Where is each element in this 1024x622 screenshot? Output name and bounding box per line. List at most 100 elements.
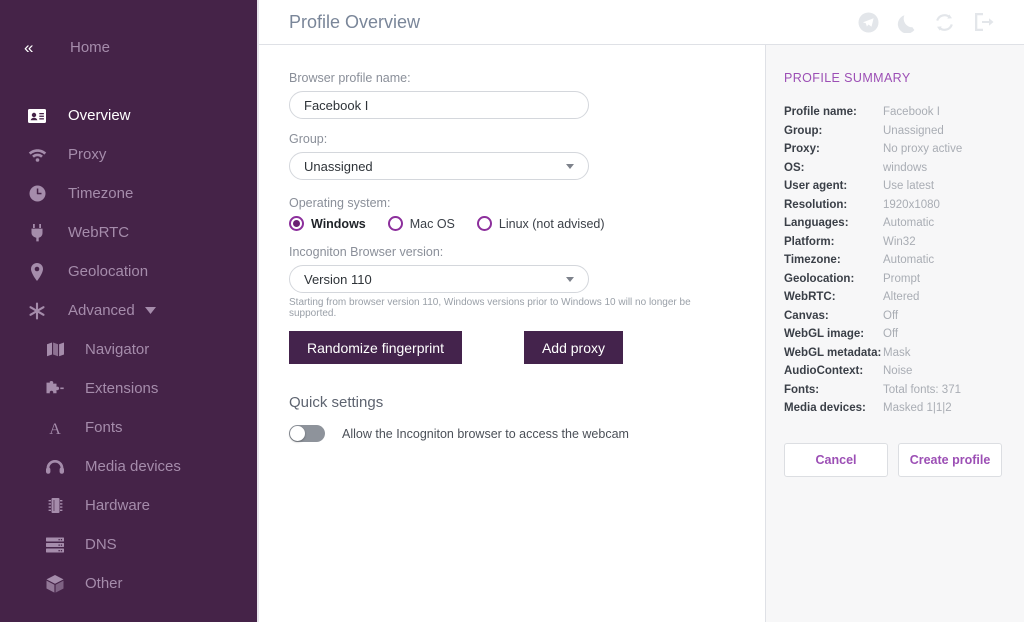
- os-option-label: Linux (not advised): [498, 216, 605, 231]
- summary-key: WebGL metadata:: [784, 346, 882, 359]
- browser-version-select[interactable]: Version 110: [289, 265, 589, 293]
- group-value: Unassigned: [304, 158, 373, 174]
- summary-row: OS: windows: [784, 162, 1002, 181]
- summary-key: WebGL image:: [784, 328, 865, 340]
- summary-row: User agent: Use latest: [784, 180, 1002, 199]
- summary-value: Off: [883, 328, 899, 340]
- summary-row: Proxy: No proxy active: [784, 143, 1002, 162]
- summary-value: Automatic: [883, 217, 935, 229]
- form-button-row: Randomize fingerprint Add proxy: [289, 331, 735, 364]
- letter-a-icon: A: [42, 420, 68, 436]
- content-row: Browser profile name: Facebook I Group: …: [259, 45, 1024, 622]
- sidebar-item-overview[interactable]: Overview: [0, 96, 257, 135]
- sidebar: « Home Overview Proxy Timezone WebRTC Ge…: [0, 0, 259, 622]
- sidebar-item-proxy[interactable]: Proxy: [0, 135, 257, 174]
- profile-summary-title: PROFILE SUMMARY: [784, 71, 911, 85]
- sidebar-item-label: Extensions: [85, 380, 159, 397]
- radio-icon: [387, 216, 403, 231]
- sidebar-item-webrtc[interactable]: WebRTC: [0, 213, 257, 252]
- summary-key: WebRTC:: [784, 291, 836, 303]
- summary-value: Unassigned: [883, 124, 944, 137]
- summary-row: WebGL metadata: Mask: [784, 347, 1002, 366]
- sidebar-item-label: Fonts: [85, 419, 123, 436]
- summary-value: Altered: [883, 291, 920, 303]
- sidebar-item-label: Timezone: [68, 185, 134, 202]
- sidebar-item-timezone[interactable]: Timezone: [0, 174, 257, 213]
- moon-icon[interactable]: [897, 12, 916, 33]
- summary-row: Platform: Win32: [784, 236, 1002, 255]
- summary-key: OS:: [784, 161, 805, 174]
- sidebar-item-label: Geolocation: [68, 263, 149, 280]
- profile-name-label: Browser profile name:: [289, 71, 411, 85]
- randomize-fingerprint-button[interactable]: Randomize fingerprint: [289, 331, 462, 364]
- quick-settings-title: Quick settings: [289, 394, 384, 411]
- browser-version-value: Version 110: [304, 271, 372, 287]
- summary-row: WebGL image: Off: [784, 328, 1002, 347]
- profile-name-input[interactable]: Facebook I: [289, 91, 589, 119]
- summary-value: Facebook I: [883, 106, 940, 118]
- sidebar-item-media-devices[interactable]: Media devices: [0, 447, 257, 486]
- summary-row: Media devices: Masked 1|1|2: [784, 402, 1002, 421]
- os-radio-windows[interactable]: Windows: [289, 216, 366, 231]
- profile-summary-table: Profile name: Facebook I Group: Unassigned…: [784, 106, 1002, 421]
- sidebar-home-row[interactable]: « Home: [0, 28, 257, 66]
- summary-value: 1920x1080: [883, 198, 940, 211]
- cancel-button[interactable]: Cancel: [784, 442, 888, 477]
- summary-row: Canvas: Off: [784, 310, 1002, 329]
- sidebar-item-extensions[interactable]: Extensions: [0, 369, 257, 408]
- profile-name-value: Facebook I: [304, 97, 369, 113]
- logout-icon[interactable]: [973, 12, 994, 32]
- sidebar-item-dns[interactable]: DNS: [0, 525, 257, 564]
- summary-key: Proxy:: [784, 143, 820, 155]
- radio-icon: [476, 216, 492, 231]
- chevron-down-icon: [566, 276, 574, 282]
- refresh-icon[interactable]: [934, 12, 955, 33]
- summary-row: Geolocation: Prompt: [784, 273, 1002, 292]
- webcam-toggle[interactable]: [289, 425, 325, 442]
- summary-value: Prompt: [883, 272, 921, 285]
- sidebar-item-navigator[interactable]: Navigator: [0, 330, 257, 369]
- summary-value: windows: [883, 161, 928, 174]
- sidebar-item-advanced[interactable]: Advanced: [0, 291, 257, 330]
- summary-value: Noise: [883, 365, 913, 377]
- group-select[interactable]: Unassigned: [289, 152, 589, 180]
- radio-icon: [289, 216, 304, 231]
- sidebar-item-other[interactable]: Other: [0, 564, 257, 603]
- summary-value: Total fonts: 371: [883, 383, 961, 396]
- operating-system-label: Operating system:: [289, 196, 391, 210]
- sidebar-item-hardware[interactable]: Hardware: [0, 486, 257, 525]
- sidebar-item-label: WebRTC: [68, 224, 130, 241]
- app-root: « Home Overview Proxy Timezone WebRTC Ge…: [0, 0, 1024, 622]
- os-radio-macos[interactable]: Mac OS: [387, 216, 455, 231]
- os-radio-linux[interactable]: Linux (not advised): [476, 216, 605, 231]
- telegram-icon[interactable]: [858, 12, 879, 33]
- summary-row: Languages: Automatic: [784, 217, 1002, 236]
- os-radio-group: Windows Mac OS Linux (not advised): [289, 216, 735, 231]
- summary-value: Win32: [883, 235, 916, 248]
- sidebar-item-fonts[interactable]: A Fonts: [0, 408, 257, 447]
- sidebar-item-geolocation[interactable]: Geolocation: [0, 252, 257, 291]
- map-pin-icon: [24, 262, 50, 281]
- svg-text:A: A: [49, 421, 61, 436]
- toggle-knob: [290, 426, 305, 441]
- contact-card-icon: [24, 108, 50, 123]
- chip-icon: [42, 497, 68, 514]
- wifi-icon: [24, 148, 50, 162]
- sidebar-item-label: Other: [85, 575, 123, 592]
- page-title: Profile Overview: [289, 11, 421, 32]
- summary-row: AudioContext: Noise: [784, 365, 1002, 384]
- puzzle-piece-icon: [42, 380, 68, 397]
- main-area: Profile Overview Browser profile name: F…: [259, 0, 1024, 622]
- summary-key: User agent:: [784, 180, 848, 192]
- browser-version-hint: Starting from browser version 110, Windo…: [289, 297, 691, 319]
- chevron-down-icon[interactable]: [144, 307, 156, 314]
- plug-icon: [24, 223, 50, 242]
- webcam-setting-row: Allow the Incogniton browser to access t…: [289, 425, 735, 442]
- clock-icon: [24, 185, 50, 202]
- add-proxy-button[interactable]: Add proxy: [523, 331, 624, 364]
- summary-key: Languages:: [784, 217, 849, 229]
- double-chevron-left-icon[interactable]: «: [24, 39, 48, 56]
- create-profile-button[interactable]: Create profile: [898, 442, 1002, 477]
